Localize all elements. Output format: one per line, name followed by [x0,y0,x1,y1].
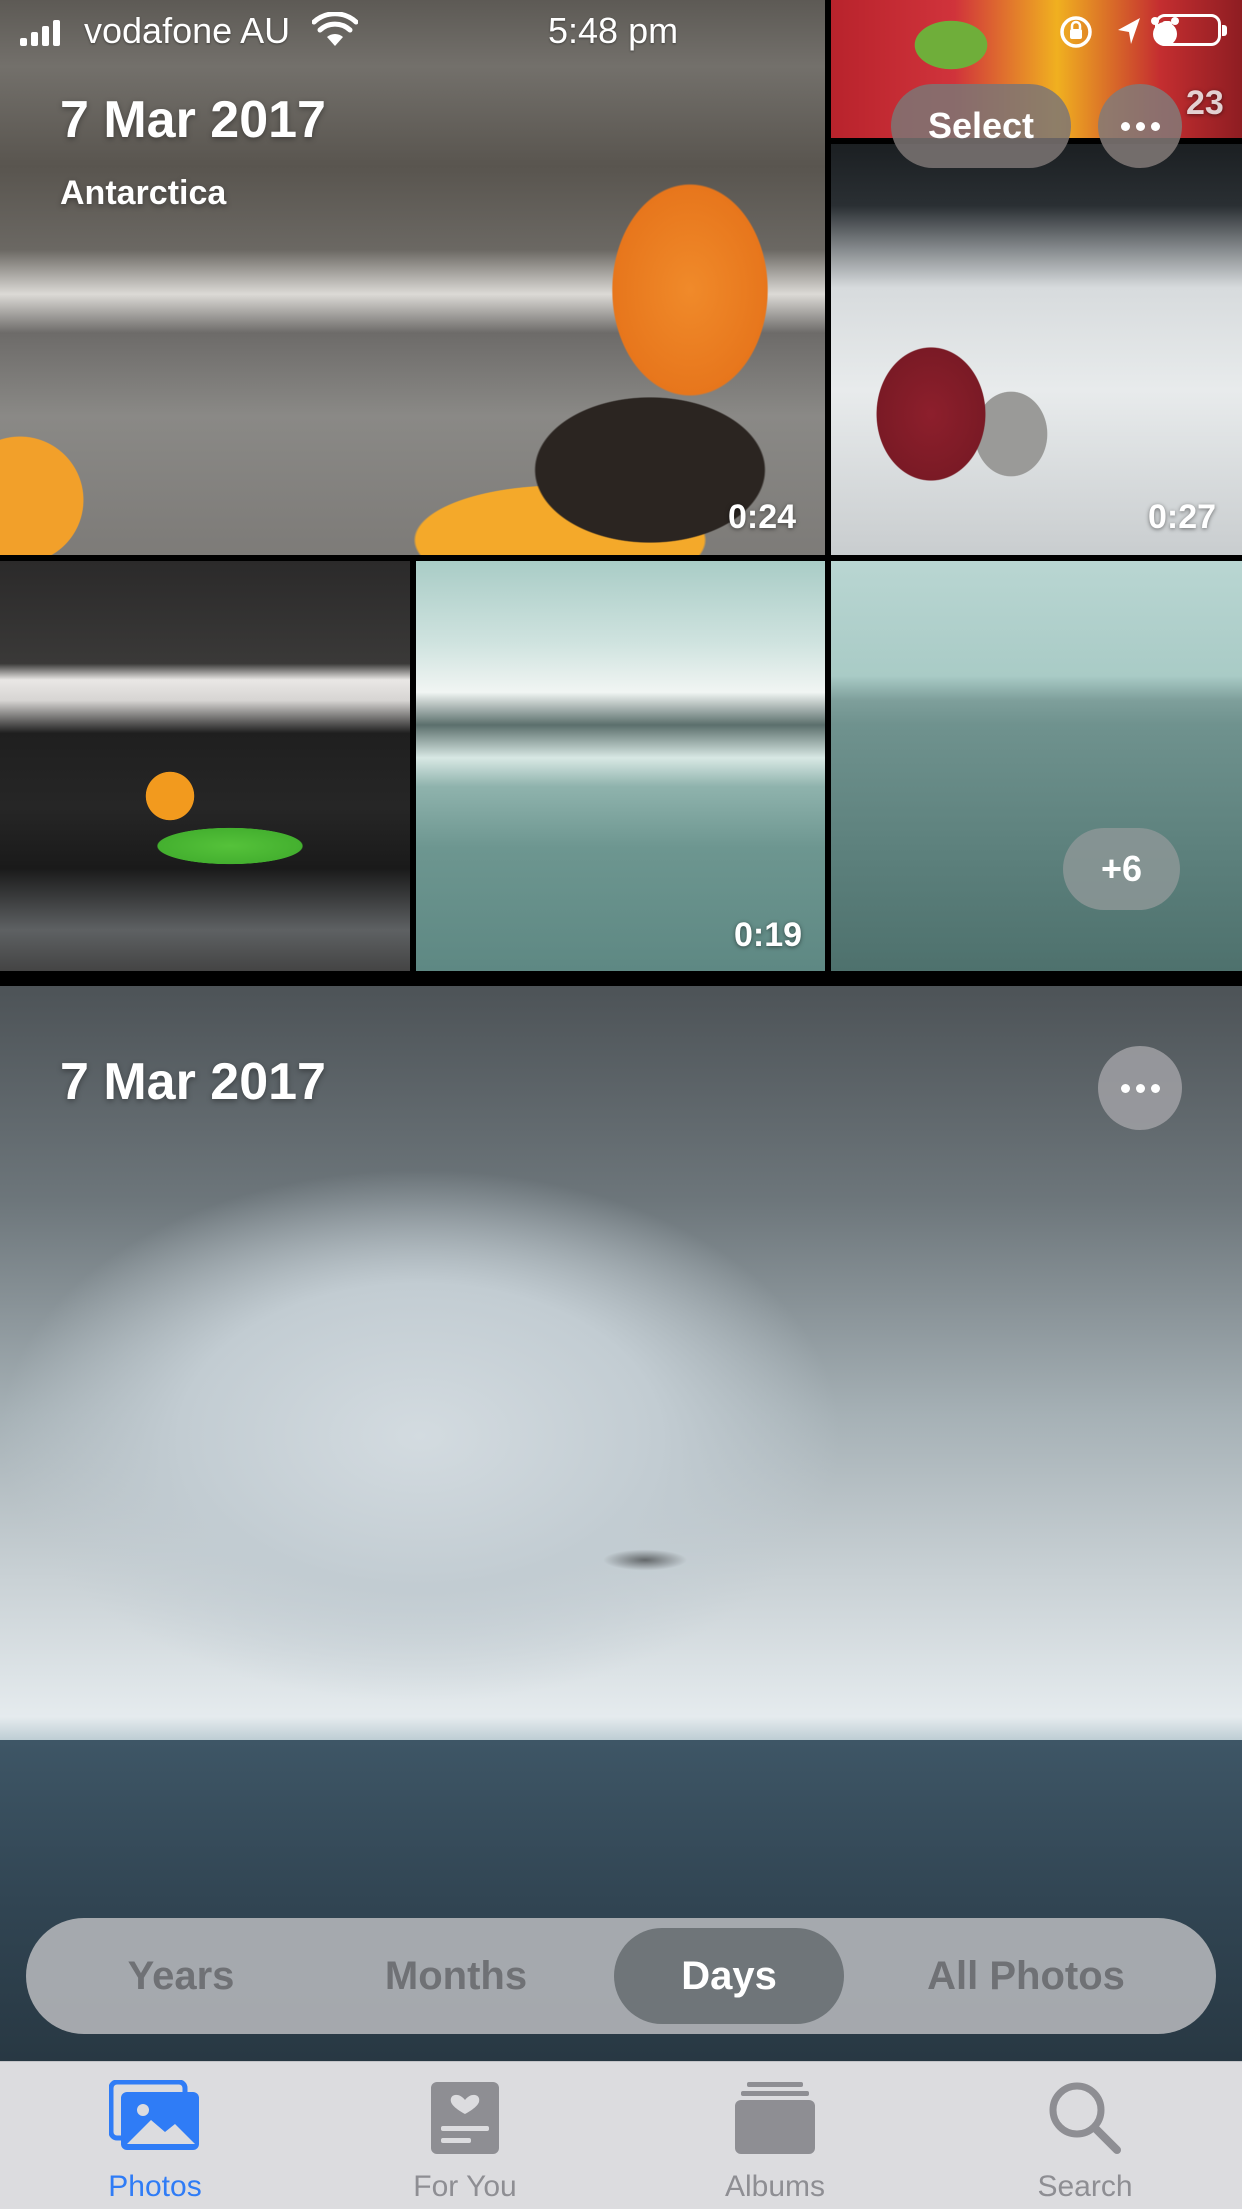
carrier-name: vodafone AU [84,10,291,51]
status-time: 5:48 pm [548,10,679,51]
segment-months[interactable]: Months [326,1928,586,2024]
tab-label: For You [413,2170,517,2203]
tab-photos[interactable]: Photos [0,2062,310,2209]
segment-years[interactable]: Years [56,1928,306,2024]
search-icon [1049,2082,1121,2154]
cellular-signal-icon [20,18,60,46]
more-options-button[interactable] [1098,1046,1182,1130]
tab-bar: Photos For You Albums Search [0,2061,1242,2209]
video-duration: 0:27 [1148,498,1217,536]
photo-tile-kayaker-orange-hat[interactable] [0,0,825,555]
segment-all-photos[interactable]: All Photos [866,1928,1186,2024]
photo-tile-green-kayak[interactable] [0,561,410,971]
albums-icon [735,2082,815,2154]
photo-tile-glacier[interactable] [416,561,825,971]
tab-label: Albums [724,2170,826,2203]
hero-penguins [585,1540,705,1580]
wifi-icon [312,12,358,46]
tab-for-you[interactable]: For You [310,2062,620,2209]
more-options-button[interactable] [1098,84,1182,168]
ellipsis-icon [1120,121,1130,131]
tab-label: Photos [108,2170,202,2203]
tab-albums[interactable]: Albums [620,2062,930,2209]
segment-days[interactable]: Days [614,1928,844,2024]
select-button[interactable]: Select [891,84,1071,168]
section-location[interactable]: Antarctica [60,174,226,213]
more-photos-count[interactable]: +6 [1063,828,1180,910]
photos-icon [109,2080,199,2150]
photo-tile-icebergs[interactable] [831,561,1242,971]
view-switcher: Years Months Days All Photos [26,1918,1216,2034]
tab-search[interactable]: Search [930,2062,1240,2209]
video-duration: 0:24 [728,498,797,536]
ellipsis-icon [1120,1083,1130,1093]
for-you-icon [431,2082,499,2154]
video-duration-partial: 23 [1186,84,1224,122]
orientation-lock-icon [1060,16,1092,48]
tab-label: Search [1037,2170,1133,2203]
video-duration: 0:19 [734,916,803,954]
battery-icon [1155,14,1227,46]
section-date: 7 Mar 2017 [60,91,326,149]
section-date: 7 Mar 2017 [60,1053,326,1111]
photo-tile-kayaker-reflection[interactable] [831,144,1242,555]
location-icon [1118,18,1140,44]
